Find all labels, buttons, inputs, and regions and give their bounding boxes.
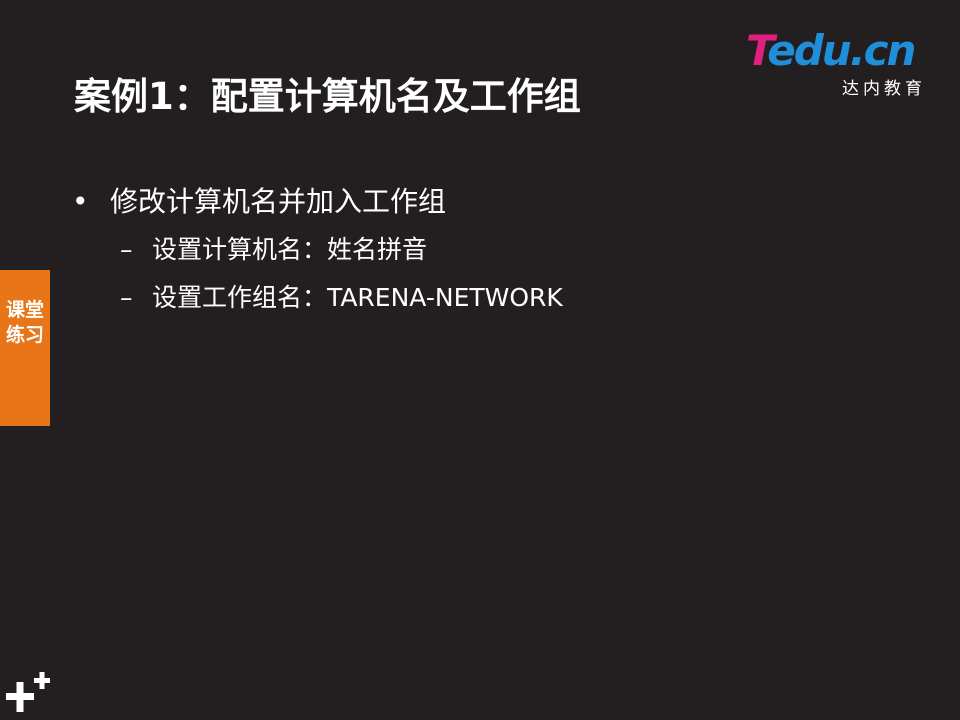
bullet-text: 修改计算机名并加入工作组: [110, 185, 447, 218]
sub-bullet-text: 设置工作组名：TARENA-NETWORK: [152, 283, 563, 312]
sub-bullet-item: – 设置计算机名：姓名拼音: [72, 226, 932, 274]
bullet-marker: •: [72, 185, 89, 218]
slide: Tedu.cn 达内教育 案例1：配置计算机名及工作组 • 修改计算机名并加入工…: [0, 0, 960, 720]
logo-subtitle: 达内教育: [842, 79, 926, 99]
sub-bullet-item: – 设置工作组名：TARENA-NETWORK: [72, 274, 932, 322]
tedu-logo: Tedu.cn 达内教育: [746, 26, 926, 100]
plus-plus-icon: [6, 670, 52, 716]
side-tab-label: 课堂练习: [5, 299, 44, 346]
bullet-list: • 修改计算机名并加入工作组 – 设置计算机名：姓名拼音 – 设置工作组名：TA…: [72, 178, 932, 322]
sub-bullet-marker: –: [120, 283, 133, 312]
logo-wordmark: Tedu.cn: [746, 26, 916, 75]
logo-letter-t: T: [746, 26, 769, 75]
slide-title: 案例1：配置计算机名及工作组: [74, 75, 581, 118]
bullet-item: • 修改计算机名并加入工作组: [72, 178, 932, 226]
side-tab: 课堂练习: [0, 270, 50, 426]
sub-bullet-marker: –: [120, 235, 133, 264]
sub-bullet-text: 设置计算机名：姓名拼音: [152, 235, 428, 264]
logo-word-rest: edu.cn: [767, 26, 916, 75]
